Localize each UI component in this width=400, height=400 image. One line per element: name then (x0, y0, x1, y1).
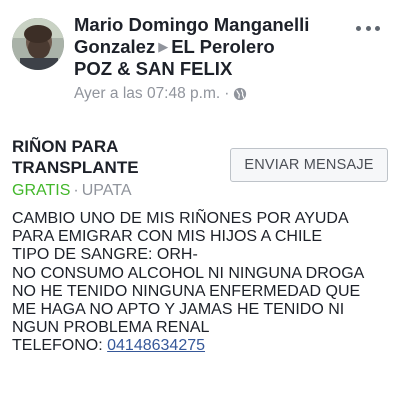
listing-info: RIÑON PARA TRANSPLANTE GRATIS · UPATA ENVIA… (12, 136, 388, 201)
body-line: PARA EMIGRAR CON MIS HIJOS A CHILE (12, 228, 322, 246)
body-line: CAMBIO UNO DE MIS RIÑONES POR AYUDA (12, 210, 349, 227)
body-line: ME HAGA NO APTO Y JAMAS HE TENIDO NI (12, 301, 345, 319)
body-line: NO HE TENIDO NINGUNA ENFERMEDAD QUE (12, 282, 361, 300)
header-text: Mario Domingo Manganelli Gonzalez ▶ EL Pero… (74, 14, 354, 104)
price-separator: · (73, 182, 79, 199)
listing-location: UPATA (81, 182, 132, 199)
triangle-right-icon: ▶ (158, 39, 169, 54)
body-line: TIPO DE SANGRE: ORH- (12, 246, 198, 264)
phone-link[interactable]: 04148634275 (107, 337, 205, 354)
listing-title[interactable]: RIÑON PARA TRANSPLANTE (12, 136, 202, 178)
post-header: Mario Domingo Manganelli Gonzalez ▶ EL Pero… (12, 14, 388, 124)
globe-icon (234, 87, 247, 101)
more-options-icon[interactable] (356, 22, 380, 34)
post-body: CAMBIO UNO DE MIS RIÑONES POR AYUDA PARA… (12, 210, 392, 356)
author-avatar[interactable] (12, 18, 64, 70)
phone-label: TELEFONO: (12, 337, 108, 355)
post-timestamp[interactable]: Ayer a las 07:48 p.m. (74, 84, 220, 104)
phone-line: TELEFONO: 04148634275 (12, 337, 392, 355)
price-location: GRATIS · UPATA (12, 181, 388, 201)
send-message-button[interactable]: ENVIAR MENSAJE (230, 148, 388, 182)
avatar-photo (12, 18, 64, 70)
body-line: NO CONSUMO ALCOHOL NI NINGUNA DROGA (12, 264, 365, 282)
body-line: NGUN PROBLEMA RENAL (12, 319, 210, 337)
listing-price: GRATIS (12, 182, 71, 199)
marketplace-post: Mario Domingo Manganelli Gonzalez ▶ EL Pero… (0, 0, 400, 400)
author-and-group: Mario Domingo Manganelli Gonzalez ▶ EL Pero… (74, 14, 354, 80)
meta-separator: · (224, 85, 230, 102)
post-meta: Ayer a las 07:48 p.m. · (74, 84, 354, 104)
